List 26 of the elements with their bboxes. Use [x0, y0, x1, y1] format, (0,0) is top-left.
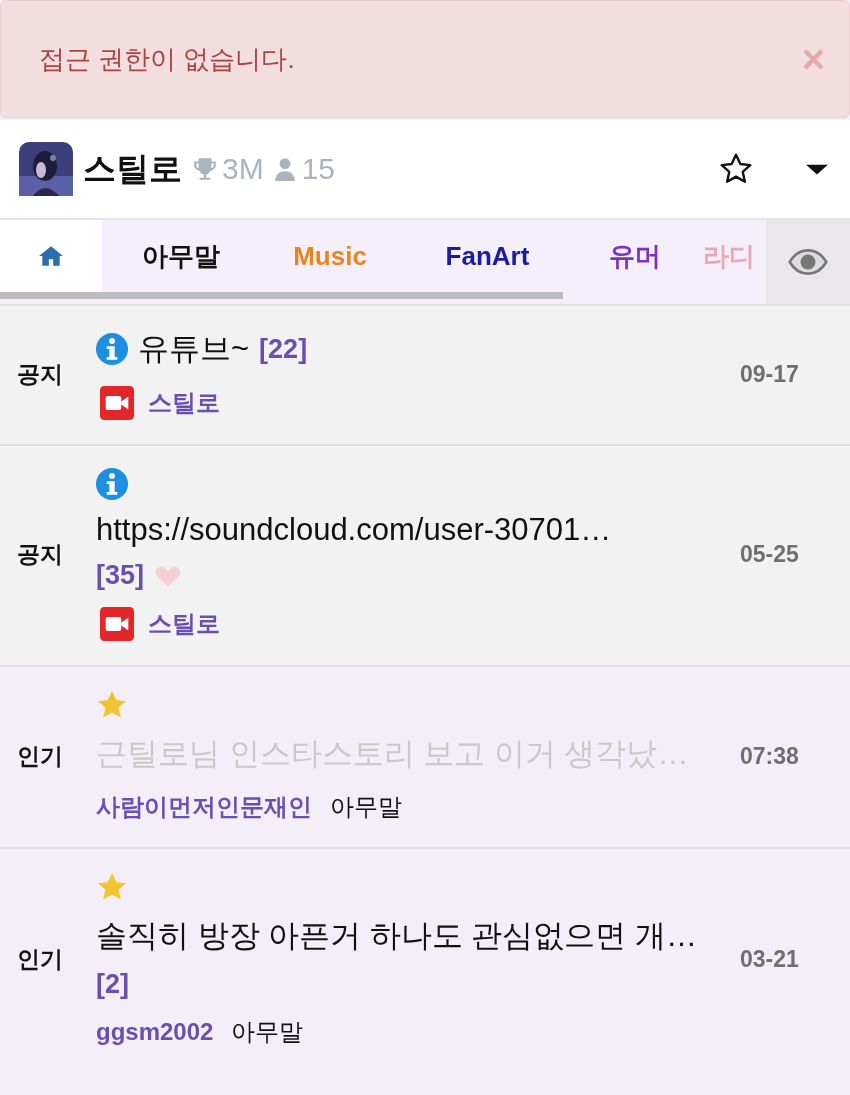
- alert-message: 접근 권한이 없습니다.: [39, 42, 296, 76]
- author-name[interactable]: 스틸로: [148, 608, 220, 640]
- author-name[interactable]: 스틸로: [148, 387, 220, 419]
- trophy-count: 3M: [222, 152, 264, 186]
- author-name[interactable]: 사람이먼저인문재인: [96, 791, 312, 823]
- post-title[interactable]: https://soundcloud.com/user-30701…: [96, 512, 740, 548]
- post-date: 09-17: [740, 360, 800, 388]
- comment-count: [2]: [96, 969, 129, 1000]
- post-title[interactable]: 솔직히 방장 아픈거 하나도 관심없으면 개…: [96, 915, 740, 957]
- post-row[interactable]: 공지 유튜브~ [22] 스틸로 09-17: [0, 304, 850, 444]
- post-date: 05-25: [740, 541, 800, 568]
- post-category: 아무말: [330, 792, 402, 822]
- post-title[interactable]: 유튜브~: [138, 328, 250, 370]
- comment-count: [35]: [96, 560, 144, 591]
- comment-count: [22]: [259, 333, 308, 365]
- channel-name: 스틸로: [83, 148, 182, 189]
- post-date: 03-21: [740, 946, 800, 973]
- post-tag: 공지: [0, 358, 76, 390]
- post-tag: 공지: [0, 539, 76, 570]
- post-date: 07:38: [740, 742, 800, 770]
- member-count: 15: [301, 152, 336, 186]
- post-row[interactable]: 공지 https://soundcloud.com/user-30701… [35] 스틸로 05-25: [0, 444, 850, 665]
- post-tag: 인기: [0, 740, 76, 772]
- post-tag: 인기: [0, 944, 76, 975]
- post-category: 아무말: [231, 1017, 304, 1047]
- author-name[interactable]: ggsm2002: [96, 1018, 214, 1046]
